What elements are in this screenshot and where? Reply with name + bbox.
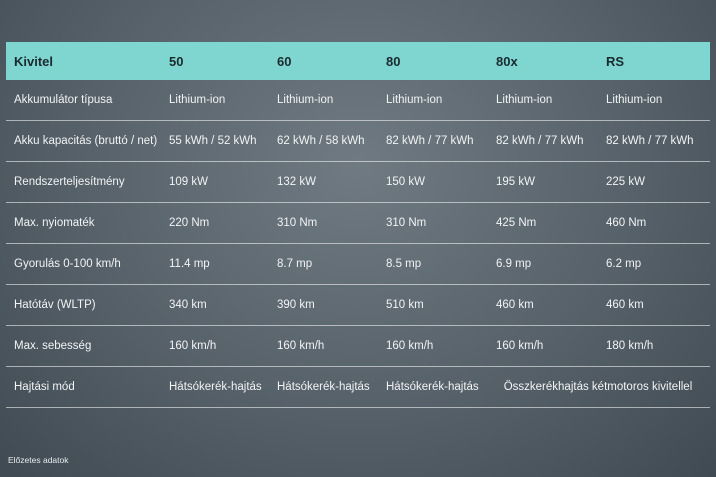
table-cell: Lithium-ion [606, 94, 663, 106]
table-row: Gyorulás 0-100 km/h 11.4 mp 8.7 mp 8.5 m… [6, 244, 710, 285]
row-label: Rendszerteljesítmény [14, 176, 125, 188]
table-cell: 225 kW [606, 176, 645, 188]
table-cell: 160 km/h [169, 340, 217, 352]
footnote: Előzetes adatok [8, 455, 69, 465]
row-label: Gyorulás 0-100 km/h [14, 258, 121, 270]
table-cell: Lithium-ion [169, 94, 226, 106]
header-cell-rs: RS [606, 53, 625, 69]
table-cell: 160 km/h [277, 340, 325, 352]
table-row: Max. sebesség 160 km/h 160 km/h 160 km/h… [6, 326, 710, 367]
row-label: Max. sebesség [14, 340, 92, 352]
table-header-row: Kivitel 50 60 80 80x RS [6, 42, 710, 80]
table-cell: Hátsókerék-hajtás [277, 381, 370, 393]
table-cell: 55 kWh / 52 kWh [169, 135, 257, 147]
table-cell: 310 Nm [277, 217, 318, 229]
table-cell: 8.5 mp [386, 258, 422, 270]
table-cell: 132 kW [277, 176, 316, 188]
table-cell: 460 km [606, 299, 644, 311]
table-cell: 6.9 mp [496, 258, 532, 270]
table-cell: 82 kWh / 77 kWh [496, 135, 584, 147]
table-cell: 150 kW [386, 176, 425, 188]
table-cell: 109 kW [169, 176, 208, 188]
table-cell: 180 km/h [606, 340, 654, 352]
row-label: Hatótáv (WLTP) [14, 299, 96, 311]
header-cell-80x: 80x [496, 53, 518, 69]
table-cell: Lithium-ion [277, 94, 334, 106]
header-cell-kivitel: Kivitel [14, 53, 54, 69]
row-label: Akku kapacitás (bruttó / net) [14, 135, 158, 147]
row-label: Hajtási mód [14, 381, 75, 393]
table-cell: 160 km/h [386, 340, 434, 352]
table-cell: Hátsókerék-hajtás [169, 381, 262, 393]
row-label: Max. nyiomaték [14, 217, 95, 229]
header-cell-50: 50 [169, 53, 184, 69]
table-cell: Hátsókerék-hajtás [386, 381, 479, 393]
table-cell: 82 kWh / 77 kWh [606, 135, 694, 147]
table-cell: 8.7 mp [277, 258, 313, 270]
table-cell: Lithium-ion [386, 94, 443, 106]
table-cell: 6.2 mp [606, 258, 642, 270]
table-row: Hatótáv (WLTP) 340 km 390 km 510 km 460 … [6, 285, 710, 326]
table-cell-merged: Összkerékhajtás kétmotoros kivitellel [503, 380, 693, 393]
header-cell-80: 80 [386, 53, 401, 69]
table-cell: 390 km [277, 299, 315, 311]
table-row: Max. nyiomaték 220 Nm 310 Nm 310 Nm 425 … [6, 203, 710, 244]
table-cell: 340 km [169, 299, 207, 311]
header-cell-60: 60 [277, 53, 292, 69]
table-cell: 310 Nm [386, 217, 427, 229]
table-cell: 220 Nm [169, 217, 210, 229]
table-cell: 11.4 mp [169, 258, 210, 270]
table-cell: 425 Nm [496, 217, 537, 229]
table-cell: 460 km [496, 299, 534, 311]
table-row: Akkumulátor típusa Lithium-ion Lithium-i… [6, 80, 710, 121]
table-row: Hajtási mód Hátsókerék-hajtás Hátsókerék… [6, 367, 710, 408]
row-label: Akkumulátor típusa [14, 94, 113, 106]
table-cell: 82 kWh / 77 kWh [386, 135, 474, 147]
table-cell: Lithium-ion [496, 94, 553, 106]
table-cell: 62 kWh / 58 kWh [277, 135, 365, 147]
spec-table: Kivitel 50 60 80 80x RS Akkumulátor típu… [6, 42, 710, 408]
table-row: Rendszerteljesítmény 109 kW 132 kW 150 k… [6, 162, 710, 203]
table-cell: 460 Nm [606, 217, 647, 229]
table-cell: 195 kW [496, 176, 535, 188]
table-row: Akku kapacitás (bruttó / net) 55 kWh / 5… [6, 121, 710, 162]
table-cell: 160 km/h [496, 340, 544, 352]
table-cell: 510 km [386, 299, 424, 311]
